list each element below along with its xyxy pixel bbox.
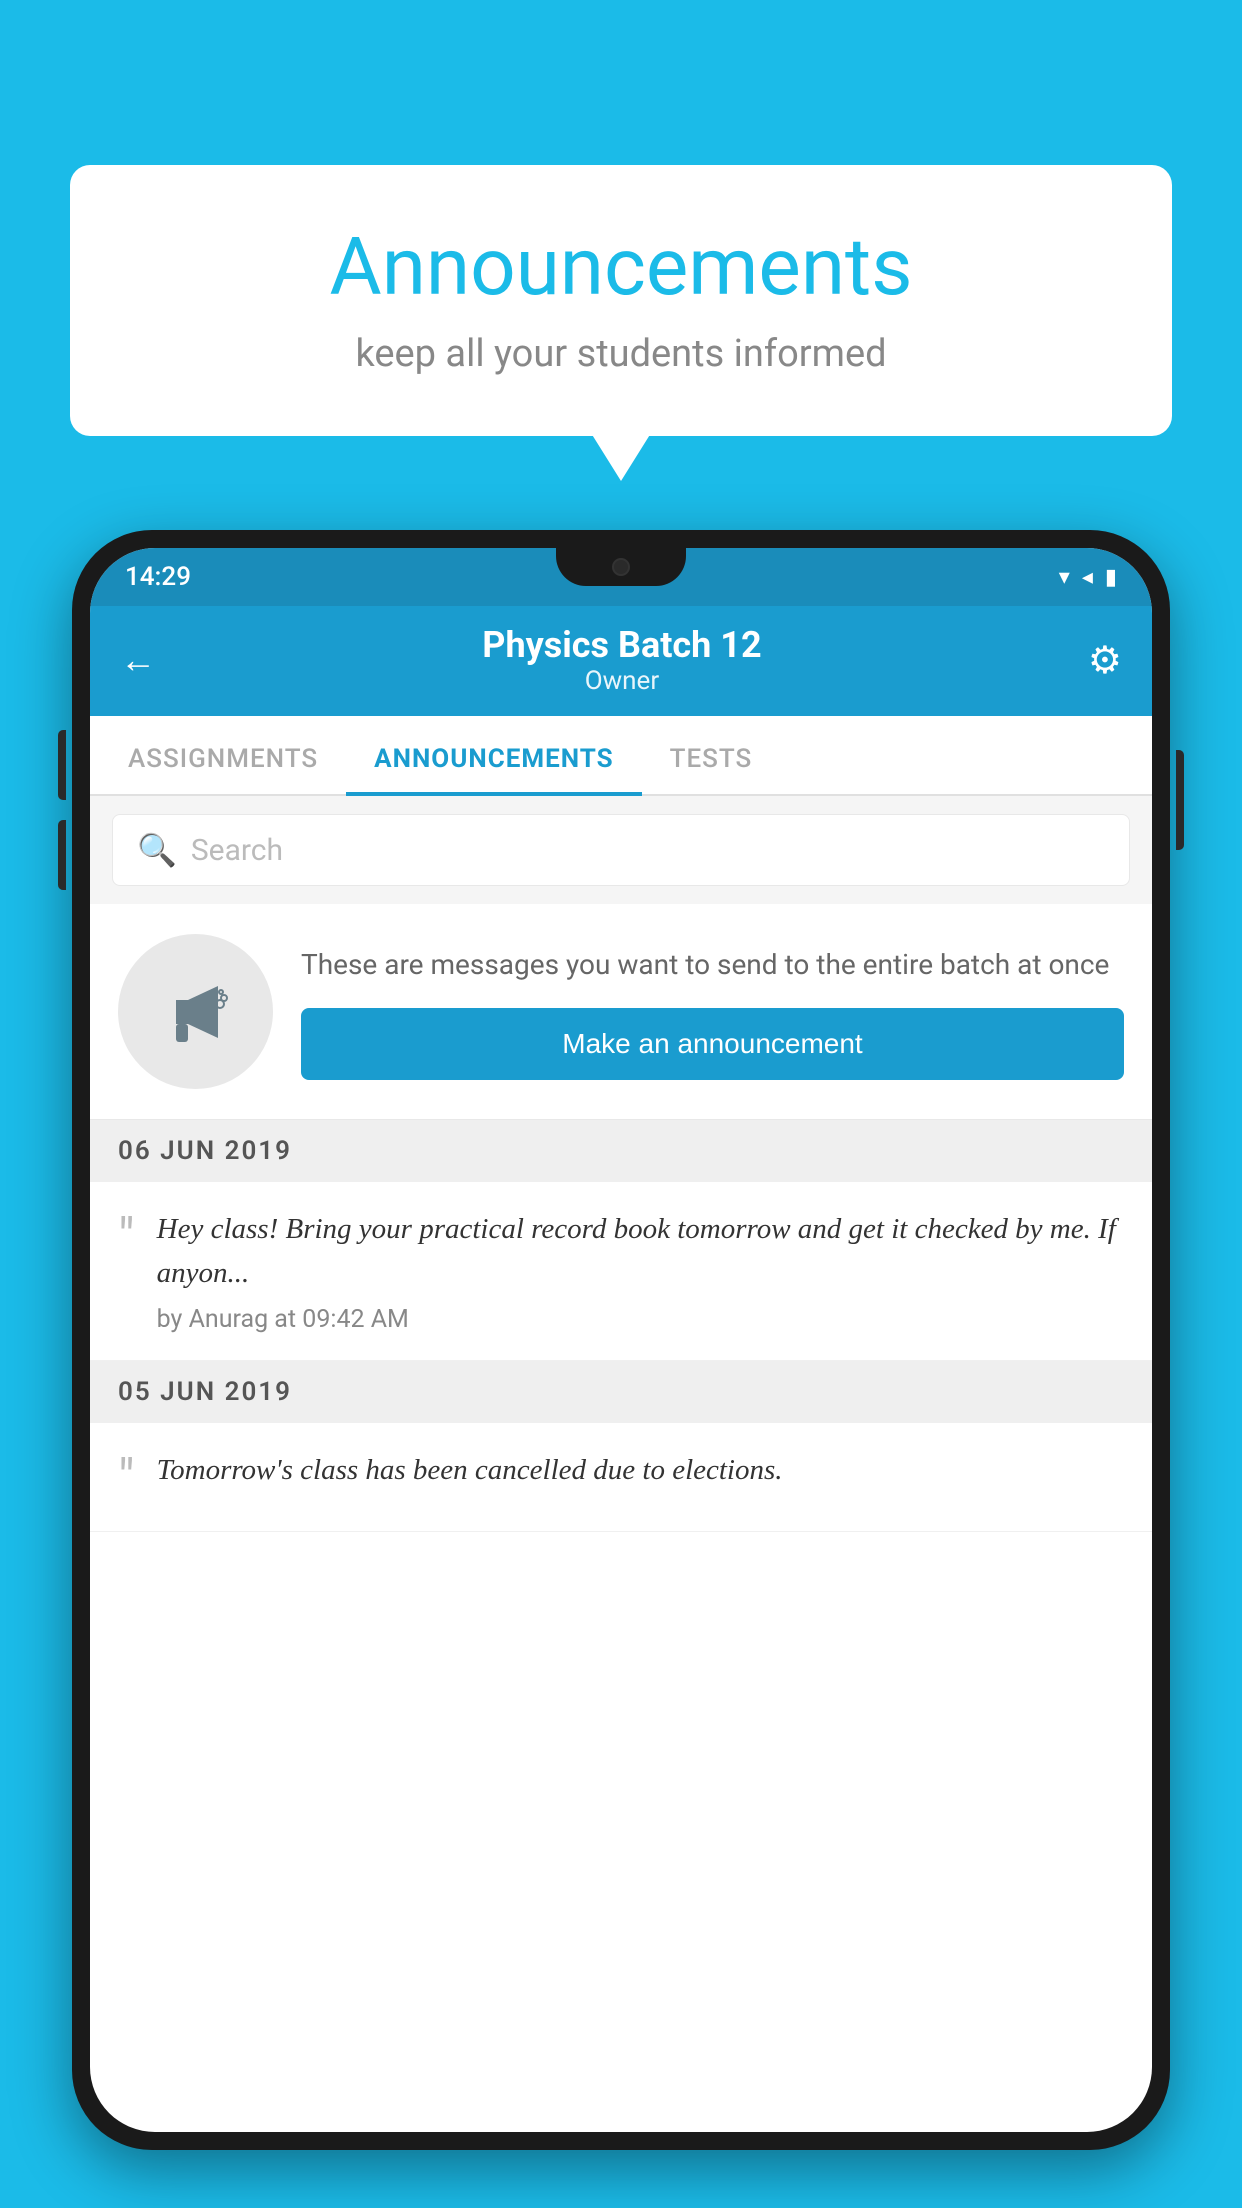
- wifi-icon: ▾: [1059, 565, 1070, 590]
- announcement-meta-1: by Anurag at 09:42 AM: [157, 1305, 1124, 1334]
- volume-up-button: [58, 730, 66, 800]
- announcement-content-2: Tomorrow's class has been cancelled due …: [157, 1449, 1124, 1503]
- status-time: 14:29: [125, 562, 191, 592]
- speech-bubble: Announcements keep all your students inf…: [70, 165, 1172, 436]
- volume-down-button: [58, 820, 66, 890]
- tab-tests[interactable]: TESTS: [642, 716, 781, 794]
- tabs-bar: ASSIGNMENTS ANNOUNCEMENTS TESTS: [90, 716, 1152, 796]
- promo-description: These are messages you want to send to t…: [301, 944, 1124, 986]
- announcement-content-1: Hey class! Bring your practical record b…: [157, 1208, 1124, 1334]
- date-separator-1: 06 JUN 2019: [90, 1120, 1152, 1182]
- battery-icon: ▮: [1105, 565, 1117, 590]
- promo-icon-circle: [118, 934, 273, 1089]
- make-announcement-button[interactable]: Make an announcement: [301, 1008, 1124, 1080]
- phone-screen: 14:29 ▾ ◂ ▮ ← Physics Batch 12 Owner ⚙ A…: [90, 548, 1152, 2132]
- phone-outer: 14:29 ▾ ◂ ▮ ← Physics Batch 12 Owner ⚙ A…: [72, 530, 1170, 2150]
- promo-content: These are messages you want to send to t…: [301, 944, 1124, 1080]
- announcement-text-1: Hey class! Bring your practical record b…: [157, 1208, 1124, 1295]
- notch: [556, 548, 686, 586]
- date-separator-2: 05 JUN 2019: [90, 1361, 1152, 1423]
- status-icons: ▾ ◂ ▮: [1059, 565, 1117, 590]
- back-button[interactable]: ←: [120, 639, 156, 681]
- speech-bubble-container: Announcements keep all your students inf…: [70, 165, 1172, 436]
- quote-icon-1: ": [118, 1212, 135, 1264]
- search-box[interactable]: 🔍 Search: [112, 814, 1130, 886]
- megaphone-icon: [156, 972, 236, 1052]
- announcement-item-2[interactable]: " Tomorrow's class has been cancelled du…: [90, 1423, 1152, 1532]
- promo-block: These are messages you want to send to t…: [90, 904, 1152, 1120]
- search-icon: 🔍: [137, 831, 177, 869]
- announcement-text-2: Tomorrow's class has been cancelled due …: [157, 1449, 1124, 1493]
- phone-wrapper: 14:29 ▾ ◂ ▮ ← Physics Batch 12 Owner ⚙ A…: [72, 530, 1170, 2208]
- signal-icon: ◂: [1082, 565, 1093, 590]
- quote-icon-2: ": [118, 1453, 135, 1505]
- tab-assignments[interactable]: ASSIGNMENTS: [100, 716, 346, 794]
- front-camera: [612, 558, 630, 576]
- search-container: 🔍 Search: [90, 796, 1152, 904]
- owner-label: Owner: [482, 666, 761, 696]
- settings-icon[interactable]: ⚙: [1088, 638, 1122, 683]
- announcement-item-1[interactable]: " Hey class! Bring your practical record…: [90, 1182, 1152, 1361]
- app-header: ← Physics Batch 12 Owner ⚙: [90, 606, 1152, 716]
- status-bar: 14:29 ▾ ◂ ▮: [90, 548, 1152, 606]
- search-placeholder: Search: [191, 833, 283, 868]
- announcements-title: Announcements: [130, 220, 1112, 314]
- power-button: [1176, 750, 1184, 850]
- batch-title: Physics Batch 12: [482, 624, 761, 666]
- tab-announcements[interactable]: ANNOUNCEMENTS: [346, 716, 641, 794]
- header-center: Physics Batch 12 Owner: [482, 624, 761, 696]
- announcements-subtitle: keep all your students informed: [130, 332, 1112, 376]
